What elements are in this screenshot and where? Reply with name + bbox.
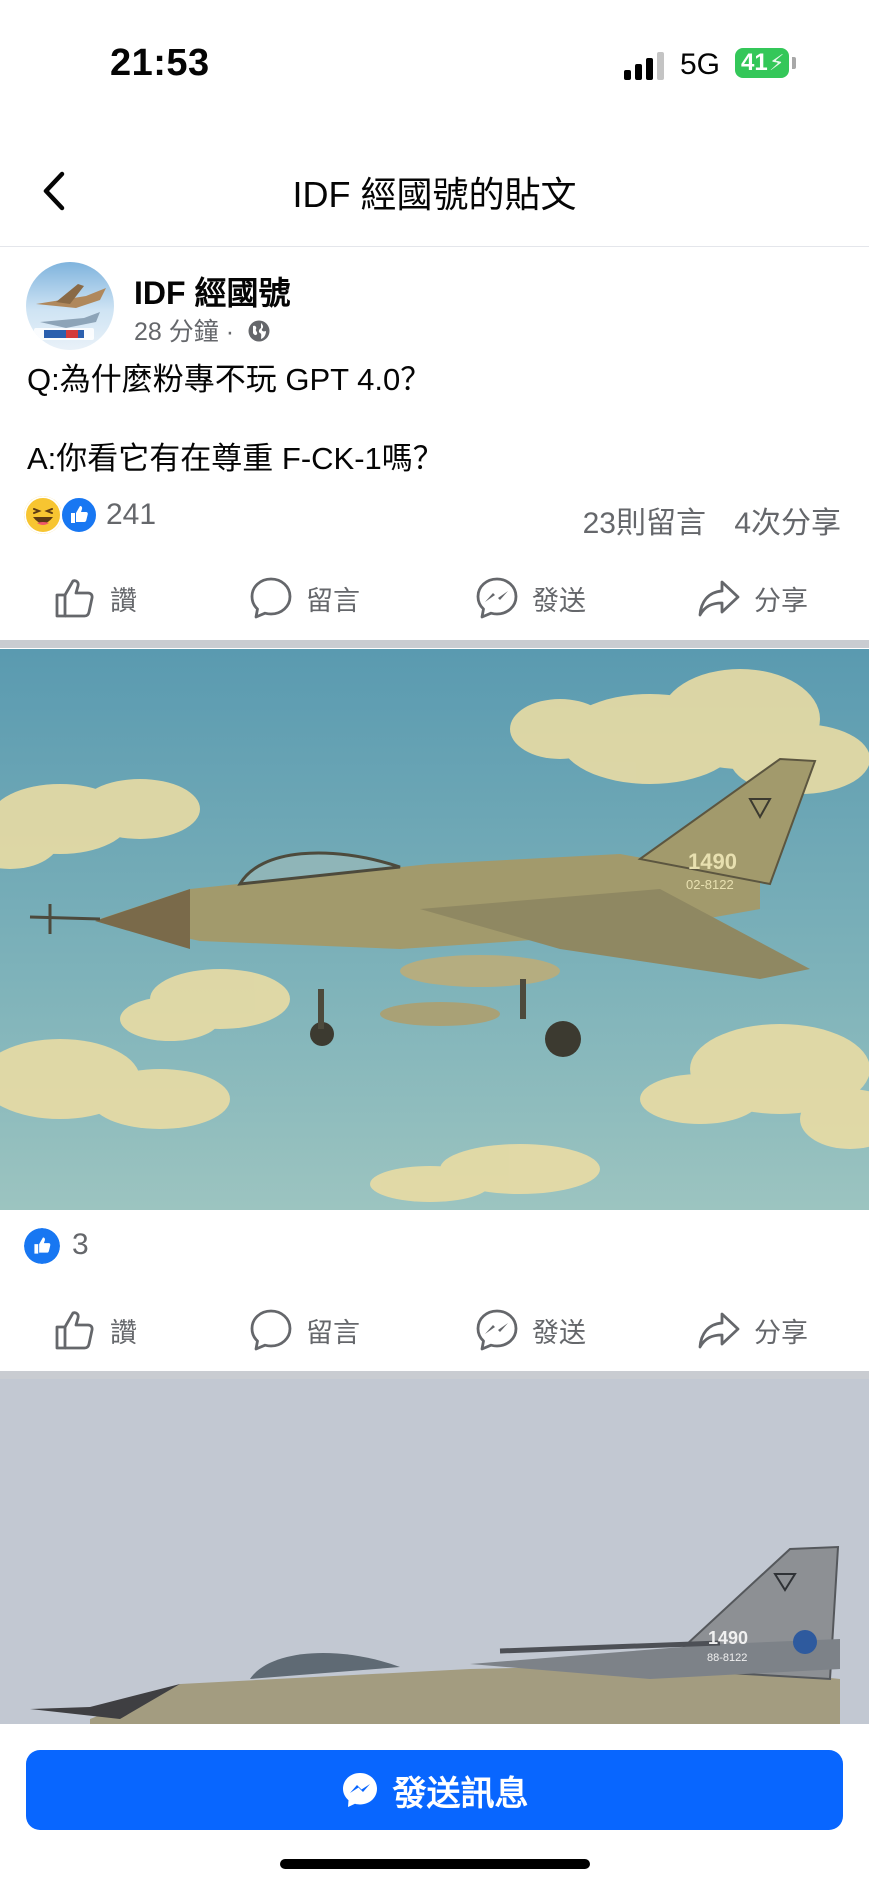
post-photo-2[interactable]: 1490 88-8122 xyxy=(0,1379,869,1724)
nav-bar: IDF 經國號的貼文 xyxy=(0,140,869,247)
post-header: IDF 經國號 28 分鐘 · xyxy=(0,258,869,358)
comments-count[interactable]: 23則留言 xyxy=(583,507,706,540)
page-avatar[interactable] xyxy=(26,262,114,350)
battery-tip xyxy=(792,57,796,69)
share-arrow-icon xyxy=(698,1312,740,1349)
like-button[interactable]: 讚 xyxy=(52,574,137,622)
engagement-stats: 23則留言 4次分享 xyxy=(563,498,841,542)
share-button[interactable]: 分享 xyxy=(696,574,808,622)
messenger-icon xyxy=(476,1309,518,1351)
photo-action-bar: 讚 留言 發送 分享 xyxy=(0,1288,869,1368)
page-title: IDF 經國號的貼文 xyxy=(292,174,577,215)
tail-number-1: 1490 xyxy=(688,849,737,874)
signal-icon xyxy=(624,52,666,80)
status-time: 21:53 xyxy=(110,42,210,84)
shares-count[interactable]: 4次分享 xyxy=(734,507,841,540)
like-label: 讚 xyxy=(110,1317,137,1348)
post-question: Q:為什麼粉專不玩 GPT 4.0？ xyxy=(27,362,432,397)
send-label: 發送 xyxy=(532,585,586,616)
charging-bolt-icon: ⚡ xyxy=(769,50,785,75)
like-reaction-icon[interactable] xyxy=(60,496,98,534)
post-answer: A:你看它有在尊重 F-CK-1嗎？ xyxy=(27,441,444,476)
photo-1-reactions: 3 xyxy=(0,1228,869,1272)
status-bar: 21:53 5G 41 ⚡ xyxy=(0,0,869,130)
thumbs-up-icon xyxy=(55,1311,94,1350)
send-message-label: 發送訊息 xyxy=(392,1774,529,1813)
section-divider xyxy=(0,640,869,648)
like-label: 讚 xyxy=(110,585,137,616)
comment-label: 留言 xyxy=(306,585,360,616)
share-arrow-icon xyxy=(698,580,740,617)
messenger-icon xyxy=(342,1773,377,1807)
tail-serial-2: 88-8122 xyxy=(707,1652,747,1664)
tail-serial-1: 02-8122 xyxy=(686,877,734,892)
battery-icon: 41 ⚡ xyxy=(735,48,789,78)
send-label: 發送 xyxy=(532,1317,586,1348)
like-reaction-icon[interactable] xyxy=(24,1228,60,1264)
messenger-icon xyxy=(476,577,518,619)
share-button[interactable]: 分享 xyxy=(696,1306,808,1354)
globe-icon xyxy=(248,320,270,342)
meta-separator: · xyxy=(225,318,235,346)
post-stats: 241 23則留言 4次分享 xyxy=(0,496,869,540)
fighter-jet-illustration: 1490 02-8122 xyxy=(0,649,869,1210)
bottom-bar: 發送訊息 xyxy=(0,1724,869,1884)
reaction-count[interactable]: 241 xyxy=(106,498,156,532)
comment-button[interactable]: 留言 xyxy=(248,574,360,622)
photo-1-like-count[interactable]: 3 xyxy=(72,1228,89,1262)
like-button[interactable]: 讚 xyxy=(52,1306,137,1354)
comment-button[interactable]: 留言 xyxy=(248,1306,360,1354)
haha-reaction-icon[interactable] xyxy=(24,496,62,534)
post-time[interactable]: 28 分鐘 xyxy=(134,318,219,346)
avatar-jet-image xyxy=(34,284,106,340)
thumbs-up-icon xyxy=(55,579,94,618)
fighter-jet-photo: 1490 88-8122 xyxy=(0,1379,869,1724)
post-photo-1[interactable]: 1490 02-8122 xyxy=(0,649,869,1210)
comment-label: 留言 xyxy=(306,1317,360,1348)
post-meta: 28 分鐘 · xyxy=(134,312,271,348)
send-button[interactable]: 發送 xyxy=(474,574,586,622)
send-button[interactable]: 發送 xyxy=(474,1306,586,1354)
battery-level: 41 xyxy=(741,49,768,76)
post-action-bar: 讚 留言 發送 分享 xyxy=(0,556,869,636)
share-label: 分享 xyxy=(754,1317,808,1348)
comment-bubble-icon xyxy=(250,577,292,619)
home-indicator[interactable] xyxy=(280,1859,590,1869)
post-text: Q:為什麼粉專不玩 GPT 4.0？ A:你看它有在尊重 F-CK-1嗎？ xyxy=(27,360,847,479)
send-message-button[interactable]: 發送訊息 xyxy=(26,1750,843,1830)
tail-number-2: 1490 xyxy=(708,1628,748,1648)
page-name[interactable]: IDF 經國號 xyxy=(134,268,290,314)
share-label: 分享 xyxy=(754,585,808,616)
section-divider xyxy=(0,1371,869,1379)
comment-bubble-icon xyxy=(250,1309,292,1351)
network-type: 5G xyxy=(680,48,721,81)
